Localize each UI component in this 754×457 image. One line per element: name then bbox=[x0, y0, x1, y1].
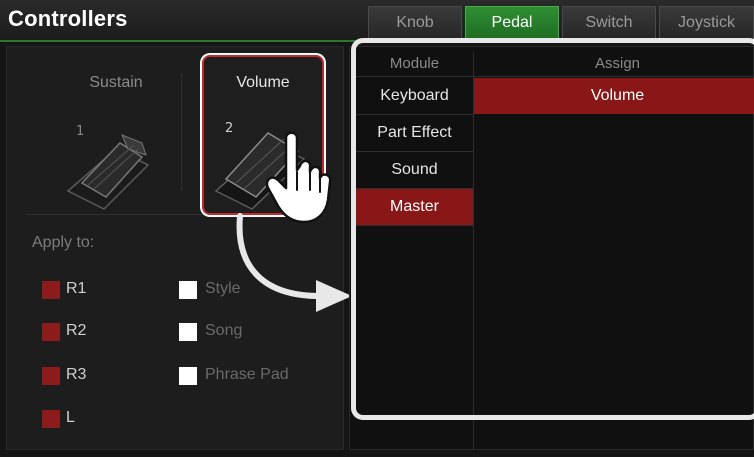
checkbox-r1-label: R1 bbox=[66, 280, 87, 297]
apply-to-label: Apply to: bbox=[32, 234, 95, 251]
tab-pedal[interactable]: Pedal bbox=[465, 6, 559, 39]
checkbox-style-label: Style bbox=[205, 280, 241, 297]
checkbox-song-label: Song bbox=[205, 322, 243, 339]
sustain-pedal-icon bbox=[66, 134, 150, 210]
pedal-divider bbox=[181, 73, 182, 191]
checkbox-r3-label: R3 bbox=[66, 366, 87, 383]
checkbox-style bbox=[179, 281, 197, 299]
checkbox-l[interactable] bbox=[42, 410, 60, 428]
assign-item-volume[interactable]: Volume bbox=[474, 78, 754, 114]
module-item-keyboard[interactable]: Keyboard bbox=[356, 78, 473, 115]
tab-knob[interactable]: Knob bbox=[368, 6, 462, 39]
page-title: Controllers bbox=[8, 6, 128, 31]
checkbox-song bbox=[179, 323, 197, 341]
checkbox-r3[interactable] bbox=[42, 367, 60, 385]
pedal-sustain-card[interactable]: Sustain 1 bbox=[62, 55, 168, 215]
tab-joystick[interactable]: Joystick bbox=[659, 6, 754, 39]
curved-arrow-icon bbox=[236, 213, 352, 312]
tab-switch[interactable]: Switch bbox=[562, 6, 656, 39]
module-header: Module bbox=[389, 55, 440, 72]
module-item-master[interactable]: Master bbox=[356, 189, 473, 226]
module-item-sound[interactable]: Sound bbox=[356, 152, 473, 189]
checkbox-r2[interactable] bbox=[42, 323, 60, 341]
module-item-part-effect[interactable]: Part Effect bbox=[356, 115, 473, 152]
header-divider bbox=[356, 76, 754, 77]
checkbox-phrase-pad-label: Phrase Pad bbox=[205, 366, 289, 383]
assign-header: Assign bbox=[594, 55, 641, 72]
checkbox-phrase-pad bbox=[179, 367, 197, 385]
pedal-sustain-label: Sustain bbox=[89, 74, 143, 91]
checkbox-r2-label: R2 bbox=[66, 322, 87, 339]
checkbox-l-label: L bbox=[66, 409, 75, 426]
checkbox-r1[interactable] bbox=[42, 281, 60, 299]
pedal-volume-label: Volume bbox=[236, 74, 290, 91]
